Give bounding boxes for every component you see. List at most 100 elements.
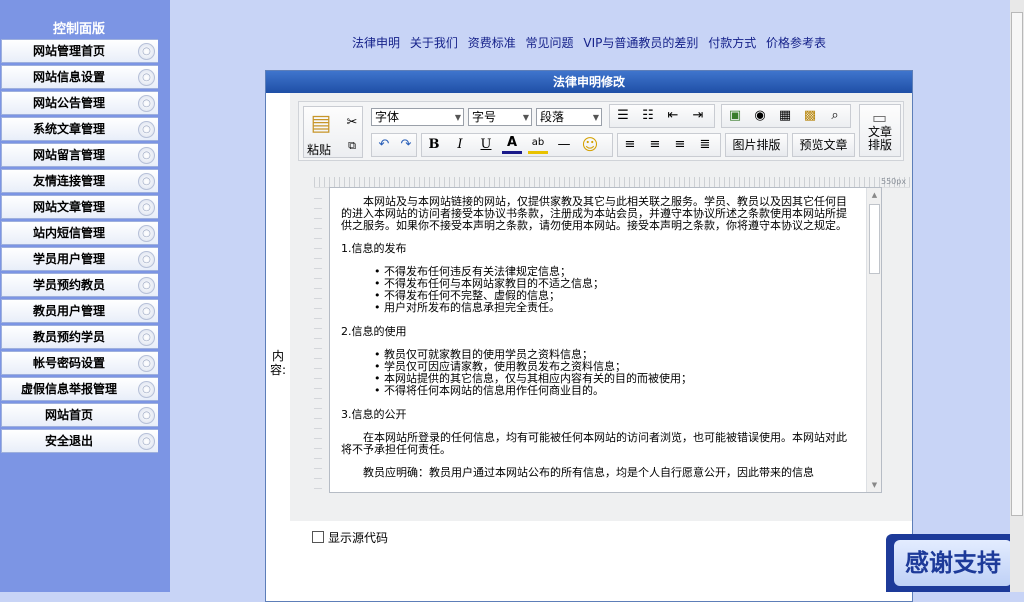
sidebar-item-fake-report[interactable]: 虚假信息举报管理 ○: [1, 377, 158, 401]
sidebar-item-guestbook[interactable]: 网站留言管理 ○: [1, 143, 158, 167]
sidebar-item-friend-links[interactable]: 友情连接管理 ○: [1, 169, 158, 193]
copy-icon[interactable]: ⧉: [342, 136, 362, 156]
scrollbar-thumb[interactable]: [869, 204, 880, 274]
doc-section-title: 3.信息的公开: [341, 408, 407, 421]
sidebar-item-label: 网站信息设置: [32, 70, 105, 84]
link-prices[interactable]: 价格参考表: [766, 36, 826, 50]
doc-list: 不得发布任何违反有关法律规定信息； 不得发布任何与本网站家教目的不适之信息； 不…: [341, 266, 857, 314]
sidebar-item-label: 网站文章管理: [32, 200, 105, 214]
sidebar-item-site-articles[interactable]: 网站文章管理 ○: [1, 195, 158, 219]
sidebar-item-label: 虚假信息举报管理: [20, 382, 117, 396]
sidebar-item-system-articles[interactable]: 系统文章管理 ○: [1, 117, 158, 141]
justify-icon[interactable]: ≣: [695, 135, 715, 155]
paragraph-select[interactable]: 段落 ▼: [536, 108, 602, 126]
align-left-icon[interactable]: ≡: [620, 135, 640, 155]
paste-label[interactable]: 粘贴: [307, 141, 331, 158]
size-select-value: 字号: [472, 110, 497, 124]
italic-button[interactable]: I: [450, 135, 470, 155]
circle-icon: ○: [138, 121, 155, 138]
article-layout-label-2: 排版: [867, 138, 892, 152]
scroll-up-icon[interactable]: ▲: [869, 189, 880, 201]
sidebar-item-logout[interactable]: 安全退出 ○: [1, 429, 158, 453]
image-icon[interactable]: ▣: [725, 106, 745, 126]
link-fees[interactable]: 资费标准: [468, 36, 516, 50]
sidebar-item-label: 教员用户管理: [32, 304, 105, 318]
paragraph-select-value: 段落: [540, 110, 565, 124]
link-about[interactable]: 关于我们: [410, 36, 458, 50]
top-nav-links: 法律申明 关于我们 资费标准 常见问题 VIP与普通教员的差别 付款方式 价格参…: [352, 34, 832, 51]
outdent-icon[interactable]: ⇤: [663, 106, 683, 126]
show-source-checkbox[interactable]: [312, 531, 324, 543]
sidebar-item-messages[interactable]: 站内短信管理 ○: [1, 221, 158, 245]
sidebar-item-student-users[interactable]: 学员用户管理 ○: [1, 247, 158, 271]
sidebar-item-site-info[interactable]: 网站信息设置 ○: [1, 65, 158, 89]
doc-paragraph: 在本网站所登录的任何信息，均有可能被任何本网站的访问者浏览，也可能被错误使用。本…: [341, 431, 847, 456]
sidebar-item-announcements[interactable]: 网站公告管理 ○: [1, 91, 158, 115]
sidebar-item-label: 帐号密码设置: [32, 356, 105, 370]
bold-button[interactable]: B: [424, 135, 444, 155]
circle-icon: ○: [138, 95, 155, 112]
highlight-icon[interactable]: ab: [528, 135, 548, 154]
sidebar-item-site-home[interactable]: 网站首页 ○: [1, 403, 158, 427]
paste-icon[interactable]: ▤: [308, 111, 334, 137]
table-icon[interactable]: ▦: [775, 106, 795, 126]
sidebar-item-student-booking[interactable]: 学员预约教员 ○: [1, 273, 158, 297]
link-payment[interactable]: 付款方式: [708, 36, 756, 50]
sidebar-item-label: 网站管理首页: [32, 44, 105, 58]
align-center-icon[interactable]: ≡: [645, 135, 665, 155]
editor-content-area[interactable]: 本网站及与本网站链接的网站，仅提供家教及其它与此相关联之服务。学员、教员以及因其…: [329, 187, 882, 493]
show-source-row: 显示源代码: [312, 529, 388, 546]
sidebar-menu: 网站管理首页 ○ 网站信息设置 ○ 网站公告管理 ○ 系统文章管理 ○ 网站留言管理 ○ …: [1, 39, 158, 455]
underline-button[interactable]: U: [476, 135, 496, 155]
emoticon-icon[interactable]: ☺: [580, 135, 600, 155]
media-icon[interactable]: ◉: [750, 106, 770, 126]
chevron-down-icon: ▼: [454, 113, 461, 122]
size-select[interactable]: 字号 ▼: [468, 108, 532, 126]
label-column: 内容:: [266, 93, 290, 601]
sidebar-item-label: 安全退出: [44, 434, 93, 448]
redo-icon[interactable]: ↷: [396, 135, 416, 155]
circle-icon: ○: [138, 303, 155, 320]
sidebar-item-teacher-booking[interactable]: 教员预约学员 ○: [1, 325, 158, 349]
sidebar-item-account-password[interactable]: 帐号密码设置 ○: [1, 351, 158, 375]
preview-button[interactable]: 预览文章: [792, 133, 855, 157]
list-item: 不得将任何本网站的信息用作任何商业目的。: [374, 385, 857, 397]
special-char-icon[interactable]: ▩: [800, 106, 820, 126]
editor-toolbar: ▤ 粘贴 ✂ ⧉ 字体 ▼ 字号 ▼ 段落 ▼ ☰ ☷ ⇤ ⇥ ▣ ◉ ▦ ▩ ⌕ ↶…: [298, 101, 904, 161]
page-scrollbar[interactable]: [1010, 0, 1024, 592]
sidebar-item-label: 教员预约学员: [32, 330, 105, 344]
sidebar-item-teacher-users[interactable]: 教员用户管理 ○: [1, 299, 158, 323]
link-legal[interactable]: 法律申明: [352, 36, 400, 50]
list-group: ☰ ☷ ⇤ ⇥: [609, 104, 715, 128]
sidebar-item-label: 学员用户管理: [32, 252, 105, 266]
article-layout-button[interactable]: ▭ 文章 排版: [859, 104, 901, 157]
doc-section-title: 2.信息的使用: [341, 325, 407, 338]
edit-panel: 法律申明修改 内容: ▤ 粘贴 ✂ ⧉ 字体 ▼ 字号 ▼ 段落 ▼ ☰ ☷ ⇤ ⇥ …: [265, 70, 913, 602]
sidebar-item-site-admin-home[interactable]: 网站管理首页 ○: [1, 39, 158, 63]
unordered-list-icon[interactable]: ☷: [638, 106, 658, 126]
ruler-label: 550px: [881, 177, 907, 186]
horizontal-rule-icon[interactable]: —: [554, 135, 574, 155]
find-icon[interactable]: ⌕: [825, 106, 845, 126]
cut-icon[interactable]: ✂: [342, 113, 362, 133]
circle-icon: ○: [138, 225, 155, 242]
circle-icon: ○: [138, 329, 155, 346]
font-color-icon[interactable]: A: [502, 135, 522, 154]
ordered-list-icon[interactable]: ☰: [613, 106, 633, 126]
link-vip-diff[interactable]: VIP与普通教员的差别: [583, 36, 698, 50]
page-scrollbar-thumb[interactable]: [1011, 12, 1023, 516]
align-right-icon[interactable]: ≡: [670, 135, 690, 155]
circle-icon: ○: [138, 407, 155, 424]
sidebar-title: 控制面版: [52, 22, 105, 37]
indent-icon[interactable]: ⇥: [688, 106, 708, 126]
show-source-label: 显示源代码: [328, 531, 389, 545]
link-faq[interactable]: 常见问题: [526, 36, 574, 50]
font-select[interactable]: 字体 ▼: [371, 108, 464, 126]
image-layout-button[interactable]: 图片排版: [725, 133, 788, 157]
undo-icon[interactable]: ↶: [374, 135, 394, 155]
circle-icon: ○: [138, 381, 155, 398]
circle-icon: ○: [138, 355, 155, 372]
scroll-down-icon[interactable]: ▼: [869, 479, 880, 491]
thanks-badge[interactable]: 感谢支持: [886, 534, 1020, 592]
editor-scrollbar[interactable]: ▲ ▼: [866, 188, 881, 492]
